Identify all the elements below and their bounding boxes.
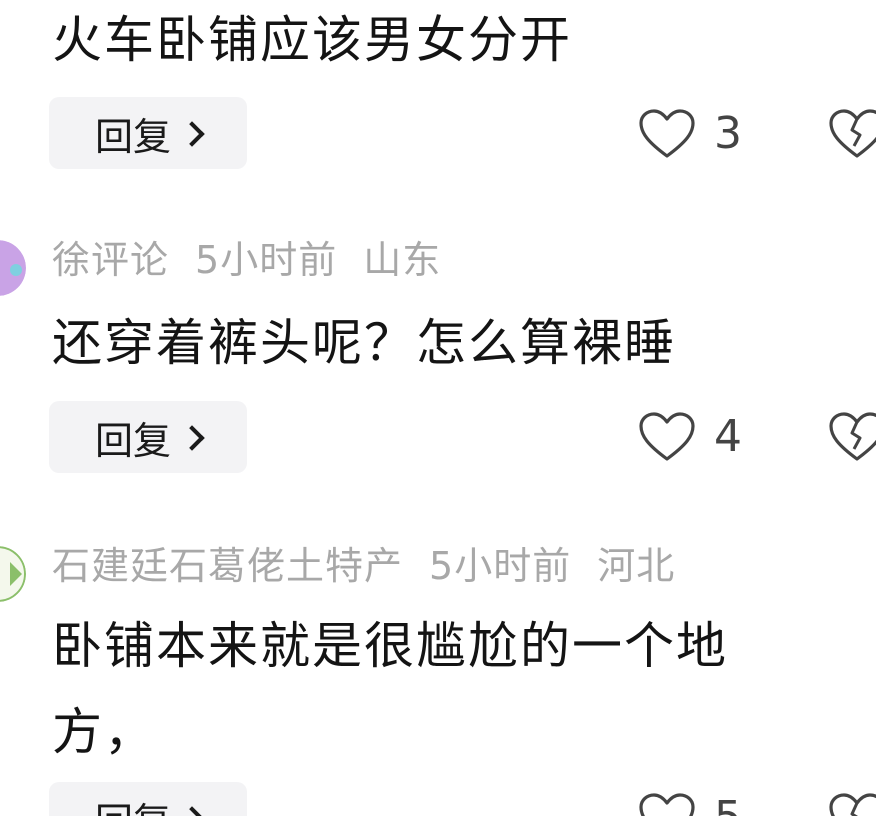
broken-heart-icon bbox=[829, 412, 876, 461]
reply-label: 回复 bbox=[95, 791, 171, 816]
heart-outline-icon bbox=[639, 793, 695, 816]
dislike-button[interactable] bbox=[828, 411, 876, 463]
broken-heart-icon bbox=[829, 793, 876, 816]
heart-outline-icon bbox=[639, 412, 695, 461]
reply-label: 回复 bbox=[94, 114, 171, 159]
comment-time: 5小时前 bbox=[195, 238, 338, 282]
comment-text: 还穿着裤头呢？怎么算裸睡 bbox=[52, 314, 676, 372]
like-button[interactable]: 3 bbox=[638, 108, 742, 160]
like-count: 4 bbox=[714, 411, 742, 462]
comment-meta: 石建廷石葛佬土特产 5小时前 河北 bbox=[52, 544, 701, 588]
broken-heart-icon bbox=[829, 109, 876, 158]
like-button[interactable]: 5 bbox=[638, 792, 742, 816]
chevron-right-icon bbox=[179, 806, 205, 816]
chevron-right-icon bbox=[179, 121, 205, 147]
author-name[interactable]: 徐评论 bbox=[52, 238, 169, 282]
avatar[interactable] bbox=[0, 240, 26, 296]
comment-location: 山东 bbox=[363, 238, 442, 282]
comment-time: 5小时前 bbox=[429, 544, 572, 588]
avatar[interactable] bbox=[0, 546, 26, 602]
heart-outline-icon bbox=[639, 109, 695, 158]
reply-label: 回复 bbox=[94, 418, 171, 463]
author-name[interactable]: 石建廷石葛佬土特产 bbox=[52, 544, 403, 588]
like-count: 3 bbox=[714, 108, 742, 159]
comment-text: 火车卧铺应该男女分开 bbox=[52, 11, 572, 69]
like-button[interactable]: 4 bbox=[638, 411, 742, 463]
comment-meta: 徐评论 5小时前 山东 bbox=[52, 238, 467, 282]
like-count: 5 bbox=[714, 793, 742, 816]
chevron-right-icon bbox=[179, 425, 205, 451]
comment-feed: 火车卧铺应该男女分开 回复 3 徐评论 5小时前 山东 还穿着裤头呢？怎么算裸睡 回… bbox=[0, 0, 876, 816]
reply-button[interactable]: 回复 bbox=[49, 401, 247, 473]
reply-button[interactable]: 回复 bbox=[49, 97, 247, 169]
reply-button[interactable]: 回复 bbox=[49, 782, 247, 816]
dislike-button[interactable] bbox=[828, 792, 876, 816]
dislike-button[interactable] bbox=[828, 108, 876, 160]
comment-text-line-1: 卧铺本来就是很尴尬的一个地 bbox=[52, 617, 728, 675]
comment-text-line-2: 方， bbox=[52, 703, 156, 761]
comment-location: 河北 bbox=[597, 544, 676, 588]
